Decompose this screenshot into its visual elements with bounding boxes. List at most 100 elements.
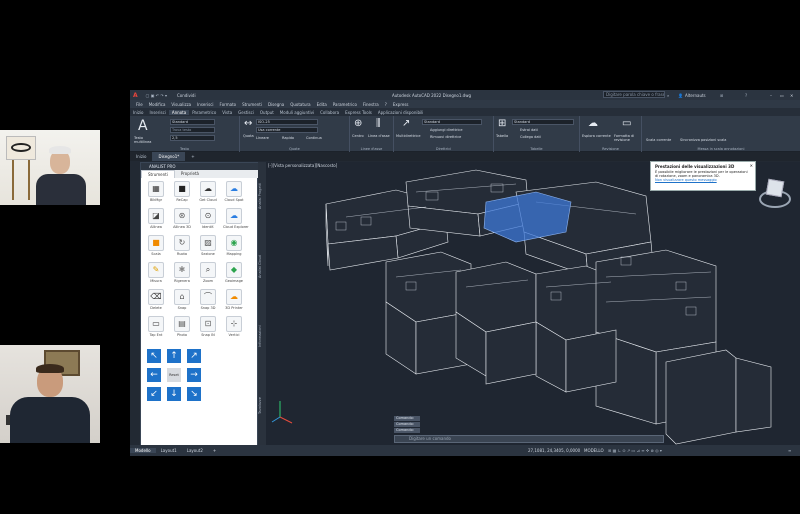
building-3d-model[interactable] <box>266 162 800 448</box>
help-icon[interactable]: ? <box>745 93 747 98</box>
table-button[interactable]: Tabella <box>496 134 508 138</box>
explore-current-button[interactable]: Esplora corrente <box>582 134 611 138</box>
arrow-up-right-icon[interactable]: ↗ <box>187 349 201 363</box>
menu-item[interactable]: Disegna <box>268 102 284 107</box>
leader-style-select[interactable]: Standard <box>422 119 482 125</box>
cart-icon[interactable]: ⊞ <box>720 93 723 98</box>
layout-tab[interactable]: Layout1 <box>156 448 182 453</box>
tool-mapping[interactable]: ◉ Mapping <box>223 235 245 260</box>
table-icon[interactable]: ⊞ <box>498 118 506 129</box>
dimension-button[interactable]: Quota <box>243 134 254 138</box>
tool-measure[interactable]: ✎ Misura <box>145 262 167 287</box>
tool-block-manager[interactable]: ▦ BlkMgr <box>145 181 167 206</box>
viewcube[interactable] <box>755 178 795 216</box>
multiline-text-icon[interactable]: A <box>138 118 148 134</box>
menu-item[interactable]: Express <box>393 102 409 107</box>
quick-dimension-button[interactable]: Rapido <box>282 136 294 140</box>
center-mark-icon[interactable]: ⊕ <box>354 118 362 129</box>
find-text-input[interactable]: Trova testo <box>170 127 215 133</box>
quick-access-toolbar[interactable]: ▢ ▣ ↶ ↷ ▾ <box>146 93 167 98</box>
palette-side-tab[interactable]: Informazioni <box>258 306 266 366</box>
menu-item[interactable]: File <box>136 102 143 107</box>
text-style-select[interactable]: Standard <box>170 119 215 125</box>
revision-format-icon[interactable]: ▭ <box>622 118 631 129</box>
tool-zoom[interactable]: ⌕ Zoom <box>197 262 219 287</box>
menu-item[interactable]: Finestra <box>363 102 379 107</box>
tool-scale[interactable]: ■ Scala <box>145 235 167 260</box>
drawing-viewport[interactable]: [-][Vista personalizzata][Nascosto] <box>266 162 800 448</box>
menu-item[interactable]: Inserisci <box>197 102 213 107</box>
tool-vertices[interactable]: ⊹ Vertici <box>223 316 245 341</box>
layout-tab[interactable]: Modello <box>130 448 156 453</box>
tool-snap-in[interactable]: ⊡ Snap IN <box>197 316 219 341</box>
revision-explore-icon[interactable]: ☁ <box>588 118 598 129</box>
palette-tab[interactable]: Strumenti <box>141 170 175 178</box>
close-icon[interactable]: ✕ <box>790 93 793 98</box>
popup-close-icon[interactable]: ✕ <box>750 163 753 168</box>
text-height-input[interactable]: 2,5 <box>170 135 215 141</box>
multiline-text-button[interactable]: Testo multilinea <box>134 136 156 144</box>
table-style-select[interactable]: Standard <box>512 119 574 125</box>
model-space-button[interactable]: MODELLO <box>584 448 604 453</box>
ribbon-tab[interactable]: Collabora <box>317 110 342 115</box>
tool-snap[interactable]: ⌂ Snap <box>171 289 193 314</box>
menu-item[interactable]: Quotatura <box>290 102 310 107</box>
tool-rotate[interactable]: ↻ Ruota <box>171 235 193 260</box>
tool-tap-entity[interactable]: ▭ Tap Ent <box>145 316 167 341</box>
ribbon-tab[interactable]: Inserisci <box>146 110 168 115</box>
multileader-button[interactable]: Multidirettrice <box>396 134 421 138</box>
tool-printer-3d[interactable]: ☁ 3D Printer <box>223 289 245 314</box>
tool-delete[interactable]: ⌫ Delete <box>145 289 167 314</box>
tool-section[interactable]: ▨ Sezione <box>197 235 219 260</box>
menu-item[interactable]: Edita <box>317 102 327 107</box>
dimension-icon[interactable]: ↔ <box>244 118 252 129</box>
ribbon-tab[interactable]: Vista <box>219 110 235 115</box>
ribbon-tab[interactable]: Applicazioni disponibili <box>375 110 427 115</box>
tool-geoimage[interactable]: ◆ Geoimage <box>223 262 245 287</box>
tool-photo[interactable]: ▤ Photo <box>171 316 193 341</box>
document-tab[interactable]: Disegno1* <box>152 152 186 161</box>
restore-icon[interactable]: ▭ <box>780 93 784 98</box>
tool-get-cloud[interactable]: ☁ Get Cloud <box>197 181 219 206</box>
ribbon-tab[interactable]: Parametrico <box>189 110 219 115</box>
share-button[interactable]: Condividi <box>177 93 196 98</box>
tool-recap[interactable]: ■ ReCap <box>171 181 193 206</box>
search-icon[interactable]: ⌕ <box>667 93 669 98</box>
palette-side-tab[interactable]: Analisi Progetti <box>258 166 266 226</box>
arrow-up-icon[interactable]: ↑ <box>167 349 181 363</box>
tool-regenerate[interactable]: ✱ Rigenera <box>171 262 193 287</box>
palette-tab[interactable]: Proprietà <box>175 170 205 178</box>
menu-item[interactable]: ? <box>385 102 387 107</box>
arrow-up-left-icon[interactable]: ↖ <box>147 349 161 363</box>
tool-align[interactable]: ◪ Allinea <box>145 208 167 233</box>
ribbon-tab[interactable]: Output <box>257 110 277 115</box>
ribbon-tab[interactable]: Annota <box>168 109 190 115</box>
linear-dimension-button[interactable]: Lineare <box>256 136 269 140</box>
document-tab[interactable]: + <box>185 152 200 161</box>
palette-side-tab[interactable]: Analist Cloud <box>258 236 266 296</box>
center-button[interactable]: Reset <box>167 368 181 382</box>
centerline-button[interactable]: Linea d'asse <box>368 134 390 138</box>
ribbon-tab[interactable]: Express Tools <box>342 110 375 115</box>
command-line[interactable]: Digitare un comando <box>394 435 664 443</box>
menu-item[interactable]: Strumenti <box>242 102 262 107</box>
command-input[interactable]: Digitare un comando <box>409 436 451 441</box>
arrow-down-right-icon[interactable]: ↘ <box>187 387 201 401</box>
tool-cloud-spot[interactable]: ☁ Cloud Spot <box>223 181 245 206</box>
dimension-style-select[interactable]: ISO-25 <box>256 119 318 125</box>
palette-side-tab[interactable]: Tavolozze <box>258 376 266 436</box>
menu-item[interactable]: Modifica <box>149 102 166 107</box>
link-data-button[interactable]: Collega dati <box>520 135 541 139</box>
ribbon-tab[interactable]: Moduli aggiuntivi <box>277 110 317 115</box>
status-toggles[interactable]: ⊞ ▦ ∟ ⊙ ↗ ▭ ⊿ ≡ ✣ ⊗ ◎ ▾ <box>608 448 662 453</box>
tool-cloud-explorer[interactable]: ☁ Cloud Explorer <box>223 208 249 233</box>
use-current-select[interactable]: Usa corrente <box>256 127 318 133</box>
layout-tab[interactable]: Layout2 <box>182 448 208 453</box>
format-revision-button[interactable]: Formatta di revisione <box>614 134 640 142</box>
multileader-icon[interactable]: ↗ <box>402 118 410 129</box>
continue-dimension-button[interactable]: Continua <box>306 136 322 140</box>
arrow-left-icon[interactable]: ← <box>147 368 161 382</box>
add-leader-button[interactable]: Aggiungi direttrice <box>430 128 463 132</box>
remove-leader-button[interactable]: Rimuovi direttrice <box>430 135 461 139</box>
ribbon-tab[interactable]: Inizio <box>130 110 146 115</box>
